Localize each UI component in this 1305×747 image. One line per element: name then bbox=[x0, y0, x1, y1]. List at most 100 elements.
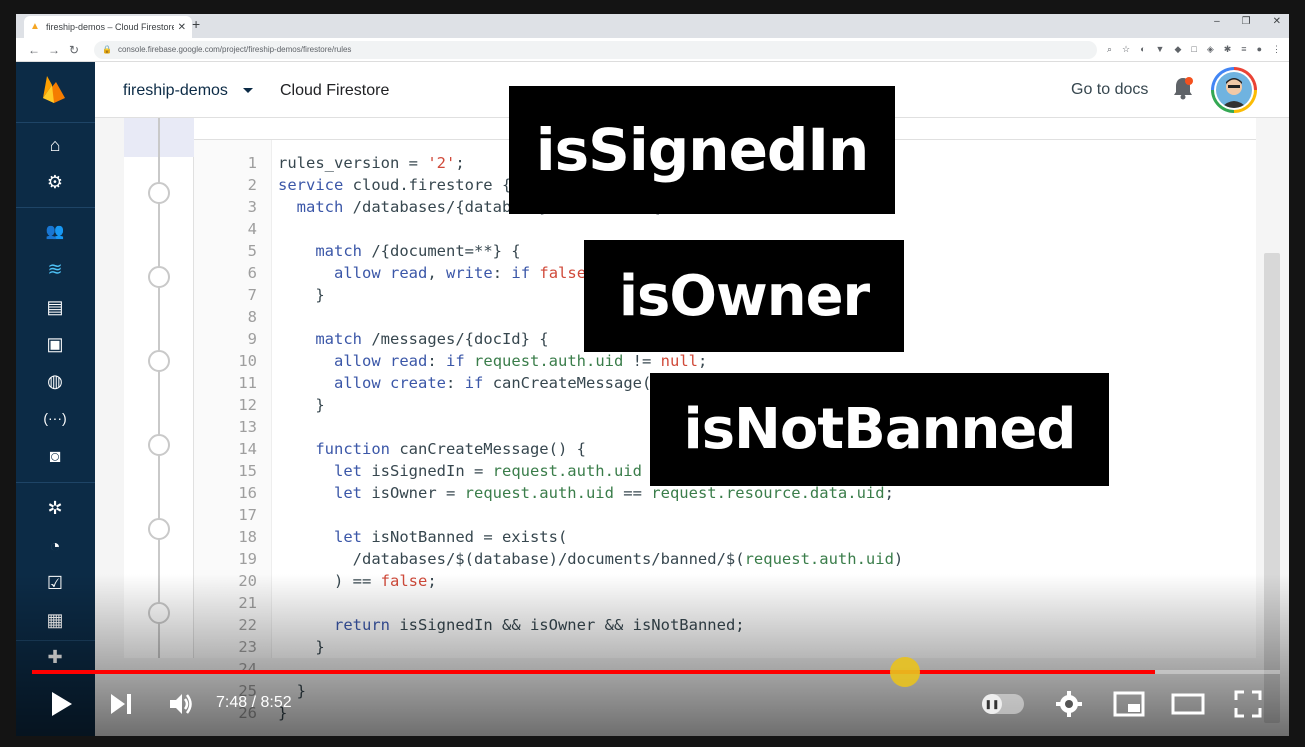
overlay-title-is-owner: isOwner bbox=[584, 240, 904, 352]
profile-icon[interactable]: ● bbox=[1257, 44, 1262, 55]
address-bar: ← → ↻ 🔒 console.firebase.google.com/proj… bbox=[16, 38, 1289, 62]
zoom-icon[interactable]: ⌕ bbox=[1107, 44, 1112, 55]
line-number: 3 bbox=[247, 198, 257, 216]
tab-close-icon[interactable]: ✕ bbox=[178, 22, 186, 33]
overlay-title-is-not-banned: isNotBanned bbox=[650, 373, 1109, 486]
line-number: 9 bbox=[247, 330, 257, 348]
product-title: Cloud Firestore bbox=[280, 82, 390, 99]
timeline-node[interactable] bbox=[148, 182, 170, 204]
line-number: 8 bbox=[247, 308, 257, 326]
line-number: 19 bbox=[238, 550, 257, 568]
line-number: 14 bbox=[238, 440, 257, 458]
forward-icon[interactable]: → bbox=[44, 43, 64, 57]
pause-icon: ❚❚ bbox=[982, 694, 1002, 714]
code-line: allow read, write: if false; bbox=[334, 264, 595, 282]
back-icon[interactable]: ← bbox=[24, 43, 44, 57]
line-number: 5 bbox=[247, 242, 257, 260]
code-line: match /messages/{docId} { bbox=[315, 330, 549, 348]
line-number: 10 bbox=[238, 352, 257, 370]
performance-icon[interactable]: ◔ bbox=[43, 536, 67, 556]
sidebar-divider bbox=[16, 122, 95, 123]
code-line: match /{document=**} { bbox=[315, 242, 521, 260]
ml-icon[interactable]: ◙ bbox=[43, 446, 67, 466]
reading-list-icon[interactable]: ≡ bbox=[1241, 44, 1246, 55]
code-line: } bbox=[278, 396, 325, 414]
notification-bell-icon[interactable] bbox=[1172, 76, 1194, 100]
line-number: 13 bbox=[238, 418, 257, 436]
close-window-button[interactable]: ✕ bbox=[1273, 16, 1281, 27]
code-line: service cloud.firestore { bbox=[278, 176, 512, 194]
timeline-node[interactable] bbox=[148, 350, 170, 372]
progress-scrubber-handle[interactable] bbox=[890, 657, 921, 687]
next-video-icon[interactable] bbox=[109, 692, 133, 716]
extension-icon[interactable]: ◐ bbox=[1140, 44, 1145, 55]
extension-icon[interactable]: ◆ bbox=[1174, 44, 1181, 55]
code-line: allow create: if canCreateMessage(); bbox=[334, 374, 670, 392]
tab-title: fireship-demos – Cloud Firestore bbox=[46, 22, 174, 32]
minimize-button[interactable]: – bbox=[1214, 16, 1220, 27]
video-time: 7:48 / 8:52 bbox=[216, 694, 292, 711]
extension-icon[interactable]: ◈ bbox=[1207, 44, 1214, 55]
progress-played bbox=[32, 670, 1156, 674]
video-controls-gradient bbox=[16, 574, 1289, 736]
url-field[interactable]: 🔒 console.firebase.google.com/project/fi… bbox=[94, 40, 1097, 59]
reload-icon[interactable]: ↻ bbox=[64, 43, 84, 57]
crashlytics-icon[interactable]: ✲ bbox=[43, 498, 67, 518]
browser-tab[interactable]: ▲ fireship-demos – Cloud Firestore ✕ bbox=[24, 16, 192, 38]
line-number: 2 bbox=[247, 176, 257, 194]
database-icon[interactable]: ▤ bbox=[43, 297, 67, 317]
extension-icon[interactable]: □ bbox=[1191, 44, 1196, 55]
line-number: 7 bbox=[247, 286, 257, 304]
line-number: 16 bbox=[238, 484, 257, 502]
functions-icon[interactable]: (···) bbox=[43, 408, 67, 428]
play-icon[interactable] bbox=[50, 690, 74, 718]
volume-icon[interactable] bbox=[168, 691, 194, 717]
video-progress-bar[interactable] bbox=[32, 657, 1280, 687]
restore-button[interactable]: ❐ bbox=[1242, 16, 1251, 27]
line-number: 12 bbox=[238, 396, 257, 414]
sidebar-divider bbox=[16, 207, 95, 208]
url-text: console.firebase.google.com/project/fire… bbox=[117, 45, 352, 54]
code-line: allow read: if request.auth.uid != null; bbox=[334, 352, 708, 370]
code-line: rules_version = '2'; bbox=[278, 154, 465, 172]
star-icon[interactable]: ☆ bbox=[1122, 44, 1130, 55]
code-line: function canCreateMessage() { bbox=[315, 440, 586, 458]
timeline-node[interactable] bbox=[148, 266, 170, 288]
line-number: 6 bbox=[247, 264, 257, 282]
new-tab-button[interactable]: + bbox=[192, 16, 200, 32]
code-line: } bbox=[278, 286, 325, 304]
gear-icon[interactable]: ⚙ bbox=[43, 172, 67, 192]
timeline-node[interactable] bbox=[148, 434, 170, 456]
line-number: 11 bbox=[238, 374, 257, 392]
timeline-node[interactable] bbox=[148, 518, 170, 540]
window-controls: – ❐ ✕ bbox=[1214, 16, 1281, 27]
line-number: 17 bbox=[238, 506, 257, 524]
miniplayer-icon[interactable] bbox=[1113, 691, 1145, 717]
line-number: 4 bbox=[247, 220, 257, 238]
avatar[interactable] bbox=[1211, 67, 1257, 113]
hosting-icon[interactable]: ◍ bbox=[43, 371, 67, 391]
firebase-favicon-icon: ▲ bbox=[30, 21, 40, 32]
firebase-logo-icon[interactable] bbox=[41, 74, 67, 104]
browser-tab-strip: ▲ fireship-demos – Cloud Firestore ✕ + –… bbox=[16, 14, 1289, 38]
line-number: 15 bbox=[238, 462, 257, 480]
code-line: let isNotBanned = exists( bbox=[334, 528, 568, 546]
sidebar-divider bbox=[16, 482, 95, 483]
go-to-docs-link[interactable]: Go to docs bbox=[1071, 81, 1148, 99]
autoplay-toggle[interactable]: ❚❚ bbox=[982, 694, 1024, 714]
chevron-down-icon[interactable] bbox=[243, 88, 253, 93]
home-icon[interactable]: ⌂ bbox=[43, 135, 67, 155]
project-selector[interactable]: fireship-demos bbox=[123, 82, 228, 100]
users-icon[interactable]: 👥 bbox=[43, 222, 67, 242]
extensions-bar: ⌕ ☆ ◐ ▼ ◆ □ ◈ ✱ ≡ ● ⋮ bbox=[1107, 44, 1281, 55]
puzzle-icon[interactable]: ✱ bbox=[1224, 44, 1232, 55]
firestore-icon[interactable]: ≋ bbox=[43, 259, 67, 279]
avatar-face-icon bbox=[1221, 78, 1247, 108]
fullscreen-icon[interactable] bbox=[1234, 690, 1262, 718]
extension-icon[interactable]: ▼ bbox=[1156, 44, 1165, 55]
menu-icon[interactable]: ⋮ bbox=[1272, 44, 1281, 55]
storage-icon[interactable]: ▣ bbox=[43, 334, 67, 354]
settings-gear-icon[interactable] bbox=[1056, 691, 1082, 717]
theater-mode-icon[interactable] bbox=[1171, 693, 1205, 715]
line-number: 18 bbox=[238, 528, 257, 546]
